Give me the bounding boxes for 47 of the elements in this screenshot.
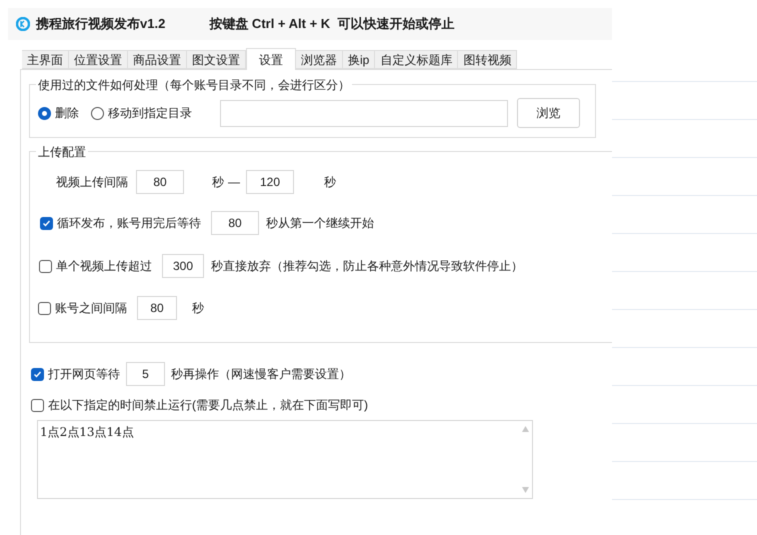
number-field[interactable]: 80	[136, 170, 184, 194]
checkbox-label: 单个视频上传超过	[56, 258, 152, 275]
field-label: 视频上传间隔	[56, 174, 128, 191]
number-field[interactable]: 120	[246, 170, 294, 194]
checkbox[interactable]	[38, 302, 51, 314]
field-label: 秒	[192, 300, 204, 317]
hotkey-hint: 按键盘 Ctrl + Alt + K 可以快速开始或停止	[209, 15, 454, 34]
tab[interactable]: 图转视频	[458, 50, 518, 69]
checkbox[interactable]	[40, 216, 53, 230]
number-field[interactable]: 300	[162, 254, 204, 278]
tab[interactable]: 换ip	[343, 50, 376, 69]
checkbox-label: 循环发布，账号用完后等待	[57, 215, 201, 232]
app-logo-icon	[16, 17, 30, 31]
checkbox-label: 打开网页等待	[48, 366, 120, 383]
text-area-value: 1点2点13点14点	[40, 425, 134, 439]
number-field[interactable]: 5	[126, 362, 165, 386]
radio-option[interactable]: 删除	[38, 104, 79, 122]
group-legend: 上传配置	[36, 143, 88, 161]
checkbox[interactable]	[39, 260, 52, 272]
field-label: 秒从第一个继续开始	[266, 215, 374, 232]
tab[interactable]: 设置	[246, 48, 296, 70]
tab[interactable]: 自定义标题库	[375, 50, 458, 69]
number-field[interactable]: 80	[211, 211, 259, 235]
tab[interactable]: 位置设置	[69, 50, 128, 69]
radio-option[interactable]: 移动到指定目录	[91, 104, 192, 122]
window-title: 携程旅行视频发布v1.2	[36, 15, 166, 34]
radio-button[interactable]	[38, 106, 51, 120]
unit-label: 秒	[324, 174, 336, 191]
checkbox[interactable]	[31, 398, 44, 412]
radio-button[interactable]	[91, 106, 104, 120]
path-field[interactable]	[220, 100, 508, 126]
checkbox[interactable]	[31, 368, 44, 380]
field-label: 秒直接放弃（推荐勾选，防止各种意外情况导致软件停止）	[211, 258, 523, 275]
unit-label: 秒	[212, 174, 224, 191]
checkbox-label: 在以下指定的时间禁止运行(需要几点禁止，就在下面写即可)	[48, 397, 368, 414]
tab[interactable]: 主界面	[22, 50, 69, 69]
number-field[interactable]: 80	[137, 296, 177, 320]
check-icon	[33, 370, 42, 378]
tab[interactable]: 浏览器	[296, 50, 343, 69]
group-legend: 使用过的文件如何处理（每个账号目录不同，会进行区分）	[36, 76, 352, 94]
checkbox-label: 账号之间间隔	[55, 300, 127, 317]
browse-button[interactable]: 浏览	[517, 98, 580, 128]
range-separator: —	[228, 174, 240, 191]
check-icon	[42, 218, 51, 228]
tab[interactable]: 商品设置	[128, 50, 187, 69]
field-label: 秒再操作（网速慢客户需要设置）	[171, 366, 351, 383]
tab[interactable]: 图文设置	[187, 50, 246, 69]
